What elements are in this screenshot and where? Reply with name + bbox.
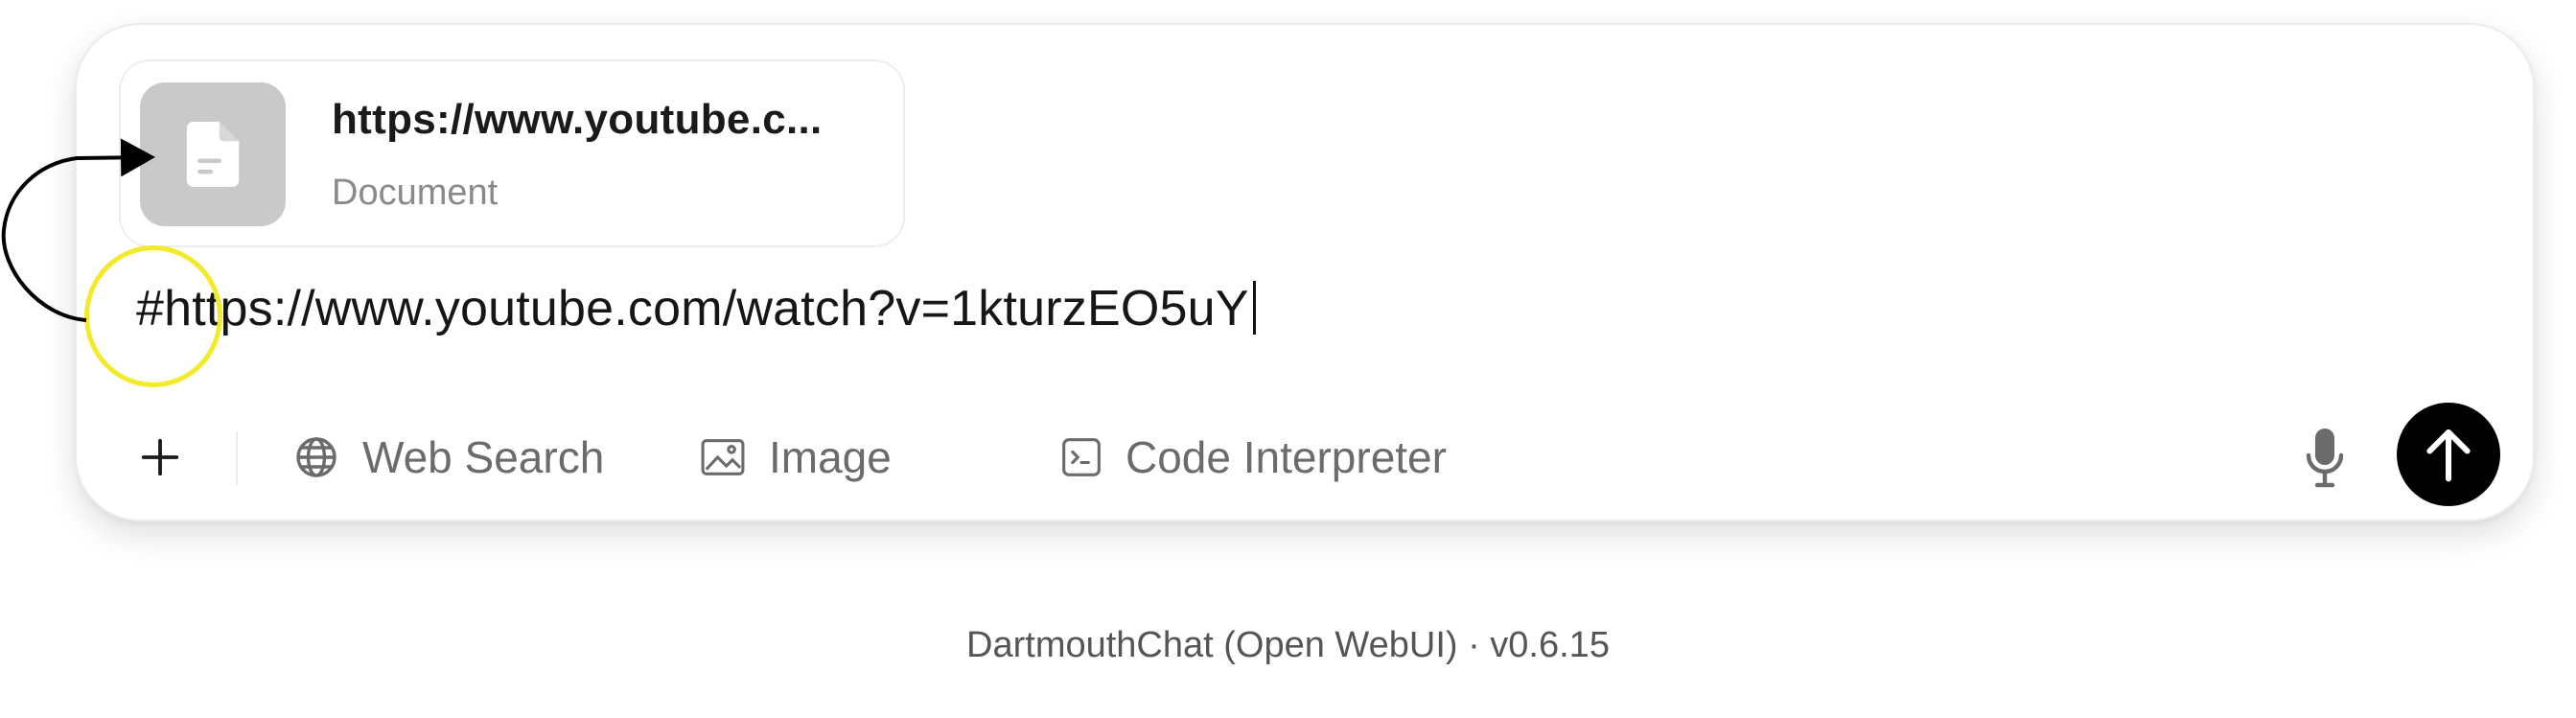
toolbar-divider (236, 431, 238, 485)
plus-icon (141, 438, 179, 476)
chat-composer: https://www.youtube.c... Document #https… (75, 23, 2535, 521)
image-icon (701, 439, 745, 475)
arrow-up-icon (2426, 428, 2471, 482)
file-name: https://www.youtube.c... (332, 96, 823, 143)
prompt-input[interactable]: #https://www.youtube.com/watch?v=1kturzE… (136, 280, 1256, 337)
code-interpreter-label: Code Interpreter (1126, 432, 1447, 482)
document-icon (186, 122, 240, 187)
version-footer: DartmouthChat (Open WebUI) · v0.6.15 (966, 625, 1610, 665)
file-thumbnail (140, 82, 286, 226)
web-search-label: Web Search (362, 432, 605, 482)
code-interpreter-button[interactable]: Code Interpreter (1060, 426, 1447, 489)
text-caret (1252, 281, 1256, 335)
terminal-icon (1062, 438, 1101, 476)
attached-file-card[interactable]: https://www.youtube.c... Document (119, 59, 905, 247)
image-label: Image (769, 432, 892, 482)
voice-input-button[interactable] (2294, 428, 2356, 489)
send-button[interactable] (2397, 403, 2500, 506)
file-type-label: Document (332, 173, 499, 213)
composer-toolbar: Web Search Image Code Interpreter (77, 403, 2533, 510)
web-search-button[interactable]: Web Search (293, 426, 604, 489)
globe-icon (296, 437, 337, 477)
add-attachment-button[interactable] (132, 429, 188, 485)
image-button[interactable]: Image (700, 426, 892, 489)
prompt-input-value: #https://www.youtube.com/watch?v=1kturzE… (136, 281, 1249, 336)
microphone-icon (2306, 428, 2344, 488)
